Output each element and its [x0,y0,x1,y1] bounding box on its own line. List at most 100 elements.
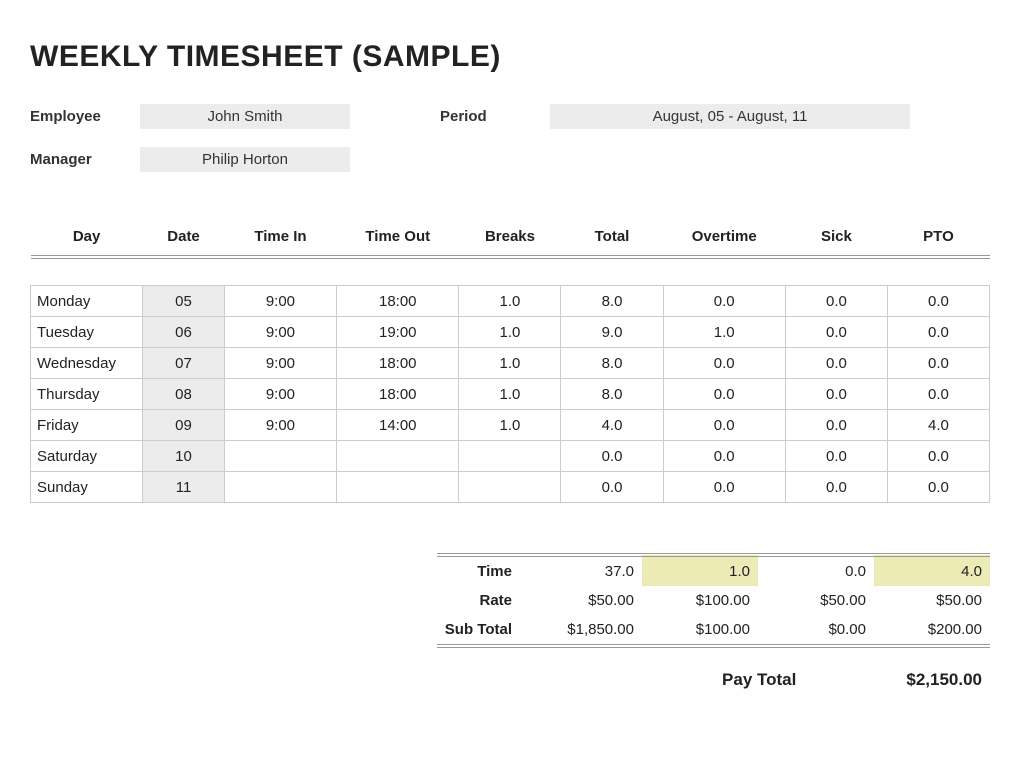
cell-sick: 0.0 [785,472,887,503]
summary-time-label: Time [437,555,526,586]
cell-total: 4.0 [561,410,663,441]
cell-sick: 0.0 [785,317,887,348]
summary-subtotal-overtime: $100.00 [642,615,758,646]
summary-rate-label: Rate [437,586,526,615]
table-row: Monday059:0018:001.08.00.00.00.0 [31,286,990,317]
cell-sick: 0.0 [785,348,887,379]
cell-pto: 0.0 [887,317,989,348]
summary-rate-sick: $50.00 [758,586,874,615]
cell-time-in: 9:00 [224,348,336,379]
cell-time-in: 9:00 [224,317,336,348]
cell-time-out: 18:00 [337,348,459,379]
cell-time-in [224,472,336,503]
cell-time-in: 9:00 [224,379,336,410]
cell-total: 8.0 [561,348,663,379]
cell-pto: 0.0 [887,472,989,503]
cell-breaks: 1.0 [459,410,561,441]
summary-rate-overtime: $100.00 [642,586,758,615]
cell-sick: 0.0 [785,379,887,410]
meta-row-employee-period: Employee John Smith Period August, 05 - … [30,104,994,129]
summary-rate-pto: $50.00 [874,586,990,615]
pay-total: Pay Total $2,150.00 [722,670,990,690]
table-row: Thursday089:0018:001.08.00.00.00.0 [31,379,990,410]
cell-date: 08 [143,379,225,410]
summary-time-overtime: 1.0 [642,555,758,586]
meta-row-manager: Manager Philip Horton [30,147,994,172]
cell-pto: 0.0 [887,348,989,379]
cell-time-out: 18:00 [337,286,459,317]
summary-table: Time 37.0 1.0 0.0 4.0 Rate $50.00 $100.0… [437,553,990,648]
col-total: Total [561,222,663,257]
cell-day: Thursday [31,379,143,410]
summary-time-total: 37.0 [526,555,642,586]
cell-overtime: 0.0 [663,441,785,472]
cell-day: Friday [31,410,143,441]
summary-subtotal-sick: $0.00 [758,615,874,646]
cell-date: 05 [143,286,225,317]
cell-time-in: 9:00 [224,410,336,441]
summary-row-subtotal: Sub Total $1,850.00 $100.00 $0.00 $200.0… [437,615,990,646]
cell-breaks [459,472,561,503]
cell-total: 0.0 [561,472,663,503]
cell-overtime: 0.0 [663,348,785,379]
col-overtime: Overtime [663,222,785,257]
cell-time-in [224,441,336,472]
cell-sick: 0.0 [785,410,887,441]
summary-subtotal-total: $1,850.00 [526,615,642,646]
table-row: Saturday100.00.00.00.0 [31,441,990,472]
cell-overtime: 0.0 [663,286,785,317]
table-row: Wednesday079:0018:001.08.00.00.00.0 [31,348,990,379]
cell-time-in: 9:00 [224,286,336,317]
manager-value: Philip Horton [140,147,350,172]
page-title: WEEKLY TIMESHEET (SAMPLE) [30,40,994,74]
cell-time-out: 19:00 [337,317,459,348]
cell-breaks: 1.0 [459,286,561,317]
cell-overtime: 1.0 [663,317,785,348]
pay-total-value: $2,150.00 [906,670,982,690]
cell-pto: 0.0 [887,441,989,472]
cell-time-out [337,472,459,503]
summary-rate-total: $50.00 [526,586,642,615]
cell-sick: 0.0 [785,441,887,472]
summary-subtotal-label: Sub Total [437,615,526,646]
cell-pto: 0.0 [887,379,989,410]
cell-date: 07 [143,348,225,379]
summary-row-time: Time 37.0 1.0 0.0 4.0 [437,555,990,586]
cell-overtime: 0.0 [663,410,785,441]
col-pto: PTO [887,222,989,257]
period-label: Period [440,108,550,125]
cell-total: 0.0 [561,441,663,472]
cell-time-out: 14:00 [337,410,459,441]
summary-row-rate: Rate $50.00 $100.00 $50.00 $50.00 [437,586,990,615]
table-row: Tuesday069:0019:001.09.01.00.00.0 [31,317,990,348]
pay-total-label: Pay Total [722,670,796,690]
col-sick: Sick [785,222,887,257]
col-breaks: Breaks [459,222,561,257]
cell-date: 10 [143,441,225,472]
cell-breaks: 1.0 [459,379,561,410]
col-day: Day [31,222,143,257]
cell-breaks: 1.0 [459,348,561,379]
cell-time-out: 18:00 [337,379,459,410]
cell-date: 06 [143,317,225,348]
summary-time-sick: 0.0 [758,555,874,586]
col-date: Date [143,222,225,257]
table-header-row: Day Date Time In Time Out Breaks Total O… [31,222,990,257]
cell-pto: 0.0 [887,286,989,317]
employee-value: John Smith [140,104,350,129]
cell-pto: 4.0 [887,410,989,441]
cell-time-out [337,441,459,472]
summary-subtotal-pto: $200.00 [874,615,990,646]
cell-day: Sunday [31,472,143,503]
summary-time-pto: 4.0 [874,555,990,586]
cell-sick: 0.0 [785,286,887,317]
cell-day: Saturday [31,441,143,472]
cell-total: 8.0 [561,286,663,317]
col-time-out: Time Out [337,222,459,257]
cell-total: 9.0 [561,317,663,348]
cell-date: 11 [143,472,225,503]
period-value: August, 05 - August, 11 [550,104,910,129]
employee-label: Employee [30,108,140,125]
cell-total: 8.0 [561,379,663,410]
cell-breaks [459,441,561,472]
